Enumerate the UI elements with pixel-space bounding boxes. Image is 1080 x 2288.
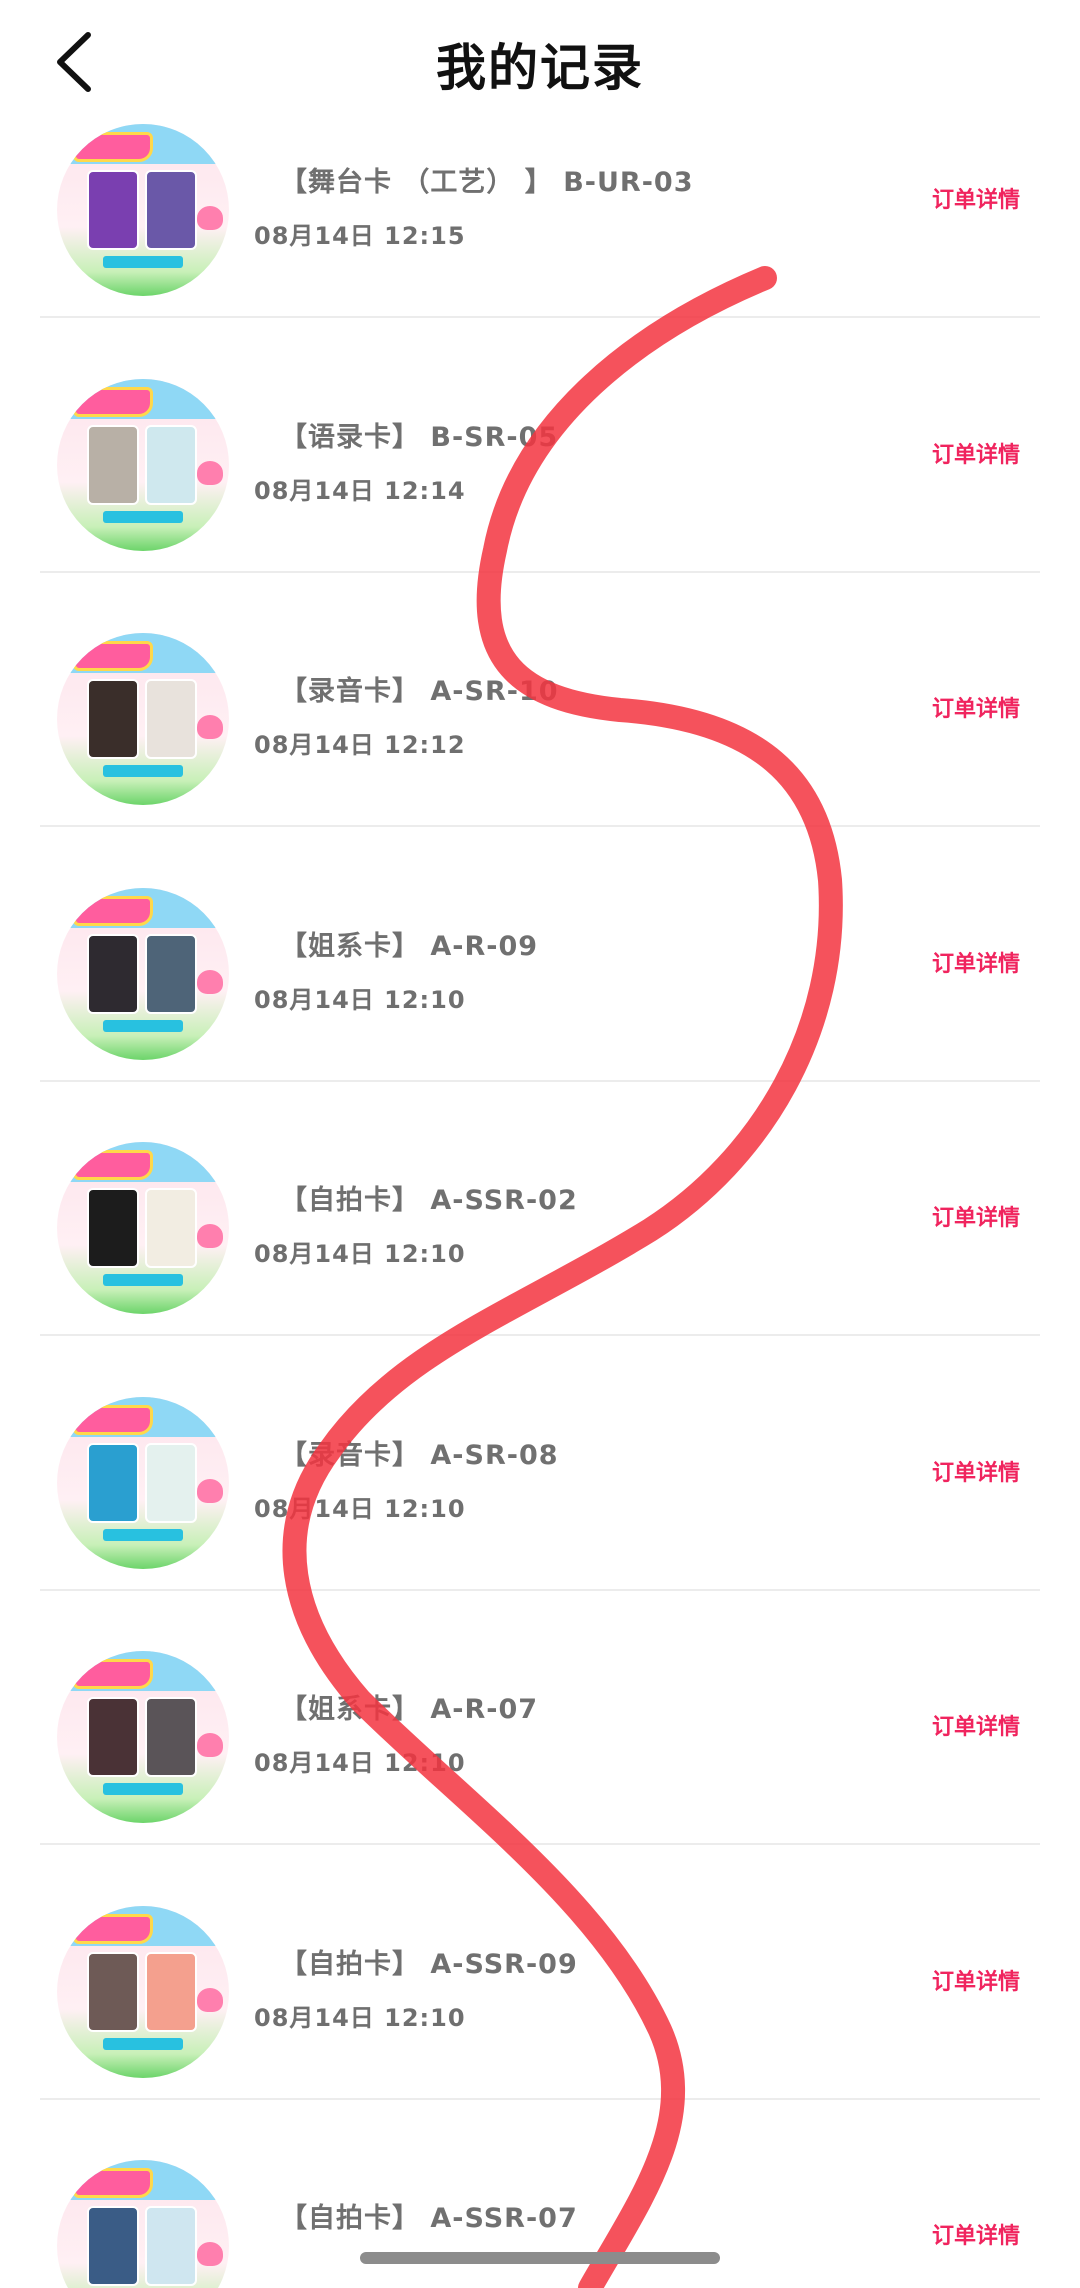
record-row[interactable]: 【语录卡】 B-SR-05 08月14日 12:14 订单详情 <box>40 319 1040 573</box>
pack-logo <box>73 2168 153 2198</box>
heart-icon <box>197 969 223 994</box>
card-pack-thumbnail <box>57 2160 229 2288</box>
heart-icon <box>197 1987 223 2012</box>
record-time: 08月14日 12:10 <box>254 985 466 1014</box>
record-title: 【录音卡】 A-SR-08 <box>280 1439 559 1471</box>
heart-icon <box>197 715 223 739</box>
order-detail-link[interactable]: 订单详情 <box>932 1200 1020 1232</box>
heart-icon <box>197 460 223 485</box>
order-detail-link[interactable]: 订单详情 <box>932 437 1020 469</box>
card-photo <box>87 933 139 1014</box>
card-tag <box>103 765 183 777</box>
record-title: 【姐系卡】 A-R-07 <box>280 1694 539 1725</box>
order-detail-link[interactable]: 订单详情 <box>932 1709 1020 1741</box>
card-back <box>145 933 197 1014</box>
card-pack-thumbnail <box>57 378 229 551</box>
order-detail-link[interactable]: 订单详情 <box>932 1455 1020 1487</box>
record-title: 【自拍卡】 A-SSR-02 <box>280 1185 578 1216</box>
card-tag <box>103 1019 183 1032</box>
card-tag <box>103 1274 183 1286</box>
order-detail-link[interactable]: 订单详情 <box>932 1964 1020 1996</box>
order-detail-link[interactable]: 订单详情 <box>932 691 1020 723</box>
order-detail-link[interactable]: 订单详情 <box>932 946 1020 978</box>
card-photo <box>87 170 139 250</box>
order-detail-link[interactable]: 订单详情 <box>932 2218 1020 2250</box>
record-row[interactable]: 【录音卡】 A-SR-08 08月14日 12:10 订单详情 <box>40 1337 1040 1591</box>
pack-logo <box>73 641 153 671</box>
card-back <box>145 1442 197 1523</box>
card-pack-thumbnail <box>57 124 229 296</box>
record-title: 【舞台卡 （工艺） 】 B-UR-03 <box>280 167 694 198</box>
card-tag <box>103 1783 183 1795</box>
card-tag <box>103 2037 183 2050</box>
top-nav-bar: 我的记录 <box>0 0 1080 120</box>
card-back <box>145 424 197 505</box>
record-row[interactable]: 【姐系卡】 A-R-07 08月14日 12:10 订单详情 <box>40 1591 1040 1845</box>
record-title: 【自拍卡】 A-SSR-07 <box>280 2203 578 2234</box>
pack-logo <box>73 1404 153 1435</box>
record-row[interactable]: 【自拍卡】 A-SSR-02 08月14日 12:10 订单详情 <box>40 1082 1040 1336</box>
card-pack-thumbnail <box>57 1651 229 1823</box>
page-title: 我的记录 <box>436 39 644 97</box>
record-title: 【姐系卡】 A-R-09 <box>280 930 539 962</box>
card-back <box>145 1697 197 1777</box>
pack-logo <box>73 1150 153 1180</box>
record-time: 08月14日 12:10 <box>254 1494 466 1523</box>
card-back <box>145 1951 197 2032</box>
card-pack-thumbnail <box>57 1396 229 1569</box>
card-photo <box>87 1951 139 2032</box>
record-title: 【录音卡】 A-SR-10 <box>280 676 559 707</box>
record-time: 08月14日 12:10 <box>254 1749 466 1777</box>
record-row[interactable]: 【姐系卡】 A-R-09 08月14日 12:10 订单详情 <box>40 828 1040 1082</box>
pack-logo <box>73 132 153 162</box>
pack-logo <box>73 1659 153 1689</box>
home-indicator[interactable] <box>360 2252 720 2264</box>
record-row[interactable]: 【自拍卡】 A-SSR-09 08月14日 12:10 订单详情 <box>40 1846 1040 2100</box>
card-pack-thumbnail <box>57 633 229 805</box>
heart-icon <box>197 1478 223 1503</box>
card-back <box>145 1188 197 1268</box>
card-pack-thumbnail <box>57 887 229 1060</box>
heart-icon <box>197 1224 223 1248</box>
record-title: 【语录卡】 B-SR-05 <box>280 421 559 453</box>
card-back <box>145 679 197 759</box>
card-photo <box>87 1188 139 1268</box>
card-back <box>145 170 197 250</box>
record-title: 【自拍卡】 A-SSR-09 <box>280 1948 578 1980</box>
record-time: 08月14日 12:14 <box>254 476 466 505</box>
order-detail-link[interactable]: 订单详情 <box>932 182 1020 214</box>
record-time: 08月14日 12:10 <box>254 1240 466 1268</box>
card-back <box>145 2206 197 2286</box>
pack-logo <box>73 895 153 926</box>
pack-logo <box>73 1913 153 1944</box>
record-time: 08月14日 12:10 <box>254 2003 466 2032</box>
record-list: 【舞台卡 （工艺） 】 B-UR-03 08月14日 12:15 订单详情 【语录卡】… <box>0 0 1080 2288</box>
card-photo <box>87 2206 139 2286</box>
heart-icon <box>197 206 223 230</box>
record-time: 08月14日 12:15 <box>254 222 466 250</box>
card-photo <box>87 679 139 759</box>
card-tag <box>103 1528 183 1541</box>
card-pack-thumbnail <box>57 1142 229 1314</box>
card-photo <box>87 424 139 505</box>
heart-icon <box>197 2242 223 2266</box>
heart-icon <box>197 1733 223 1757</box>
pack-logo <box>73 386 153 417</box>
card-tag <box>103 256 183 268</box>
card-pack-thumbnail <box>57 1905 229 2078</box>
record-row[interactable]: 【录音卡】 A-SR-10 08月14日 12:12 订单详情 <box>40 573 1040 827</box>
record-time: 08月14日 12:12 <box>254 731 466 759</box>
card-photo <box>87 1697 139 1777</box>
card-tag <box>103 510 183 523</box>
card-photo <box>87 1442 139 1523</box>
